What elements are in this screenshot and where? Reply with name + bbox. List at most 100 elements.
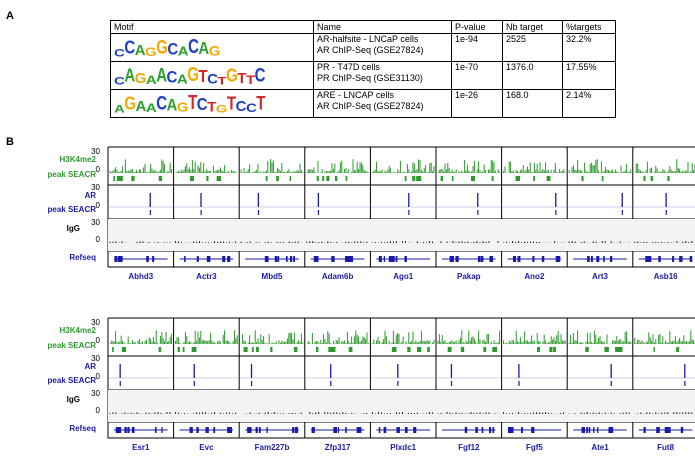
track-label-igg: IgG bbox=[67, 395, 80, 404]
gene-name: Esr1 bbox=[132, 443, 150, 452]
gene-name: Asb16 bbox=[654, 272, 679, 281]
h3k4me2-peak bbox=[243, 347, 248, 352]
gene-exon bbox=[378, 427, 381, 433]
y-tick-label: 30 bbox=[91, 354, 100, 363]
track-label-peak-seacr: peak SEACR bbox=[48, 341, 97, 350]
gene-exon bbox=[289, 256, 293, 262]
h3k4me2-peak bbox=[585, 347, 589, 352]
ar-peak bbox=[518, 381, 520, 386]
gene-exon bbox=[274, 256, 278, 262]
h3k4me2-peak bbox=[345, 176, 348, 181]
gene-exon bbox=[114, 256, 118, 262]
gene-exon bbox=[152, 256, 155, 262]
h3k4me2-peak bbox=[549, 347, 553, 352]
h3k4me2-peak bbox=[412, 176, 416, 181]
gene-exon bbox=[689, 256, 693, 262]
gene-exon bbox=[603, 256, 605, 262]
h3k4me2-peak bbox=[491, 176, 494, 181]
igg-track-bg bbox=[108, 390, 695, 422]
gene-exon bbox=[464, 427, 468, 433]
h3k4me2-peak bbox=[334, 176, 338, 181]
gene-name: Fam227b bbox=[255, 443, 290, 452]
ar-peak bbox=[408, 210, 410, 215]
h3k4me2-peak bbox=[650, 176, 653, 181]
gene-exon bbox=[480, 256, 484, 262]
gene-exon bbox=[293, 256, 295, 262]
h3k4me2-peak bbox=[417, 347, 422, 352]
gene-exon bbox=[517, 256, 521, 262]
ar-peak bbox=[193, 381, 195, 386]
h3k4me2-peak bbox=[653, 347, 655, 352]
h3k4me2-peak bbox=[348, 347, 353, 352]
h3k4me2-peak bbox=[667, 176, 670, 181]
gene-exon bbox=[475, 427, 478, 433]
gene-exon bbox=[590, 256, 593, 262]
gene-name: Mbd5 bbox=[262, 272, 283, 281]
h3k4me2-peak bbox=[322, 176, 325, 181]
gene-exon bbox=[124, 427, 127, 433]
gene-exon bbox=[117, 256, 122, 262]
igg-track-bg bbox=[108, 219, 695, 251]
gene-exon bbox=[356, 427, 360, 433]
h3k4me2-peak bbox=[216, 176, 222, 181]
h3k4me2-peak bbox=[427, 347, 430, 352]
gene-exon bbox=[672, 256, 675, 262]
h3k4me2-peak bbox=[391, 347, 397, 352]
y-tick-label: 30 bbox=[91, 147, 100, 156]
h3k4me2-peak bbox=[407, 347, 411, 352]
ar-peak bbox=[251, 381, 253, 386]
h3k4me2-peak bbox=[546, 176, 551, 181]
track-label-peak-seacr: peak SEACR bbox=[48, 376, 97, 385]
gene-exon bbox=[255, 427, 258, 433]
genome-browser-figure: H3K4me2 peak SEACR AR peak SEACR IgG Refseq 30… bbox=[48, 146, 695, 452]
y-tick-label: 30 bbox=[91, 389, 100, 398]
h3k4me2-peak bbox=[447, 347, 452, 352]
track-label-refseq: Refseq bbox=[69, 253, 96, 262]
gene-exon bbox=[646, 256, 650, 262]
ar-peak bbox=[555, 210, 557, 215]
track-label-peak-seacr: peak SEACR bbox=[48, 205, 97, 214]
ar-peak bbox=[330, 381, 332, 386]
h3k4me2-peak bbox=[533, 176, 535, 181]
h3k4me2-peak bbox=[293, 347, 298, 352]
h3k4me2-peak bbox=[553, 347, 555, 352]
h3k4me2-peak bbox=[418, 176, 422, 181]
h3k4me2-peak bbox=[177, 347, 180, 352]
gene-exon bbox=[489, 427, 492, 433]
gene-exon bbox=[294, 427, 299, 433]
gene-exon bbox=[258, 427, 261, 433]
gene-exon bbox=[264, 256, 267, 262]
gene-name: Zfp317 bbox=[325, 443, 351, 452]
gene-name: Plxdc1 bbox=[390, 443, 416, 452]
gene-name: Adam6b bbox=[322, 272, 354, 281]
h3k4me2-peak bbox=[289, 176, 292, 181]
y-tick-label: 0 bbox=[96, 406, 101, 415]
gene-exon bbox=[656, 427, 660, 433]
h3k4me2-peak bbox=[460, 347, 465, 352]
h3k4me2-peak bbox=[316, 347, 319, 352]
gene-exon bbox=[383, 256, 386, 262]
gene-exon bbox=[609, 256, 613, 262]
gene-exon bbox=[481, 427, 484, 433]
y-tick-label: 0 bbox=[96, 201, 101, 210]
gene-name: Fgf12 bbox=[458, 443, 480, 452]
gene-name: Fut8 bbox=[657, 443, 674, 452]
h3k4me2-peak bbox=[131, 176, 135, 181]
h3k4me2-peak bbox=[251, 347, 254, 352]
gene-exon bbox=[492, 427, 495, 433]
gene-exon bbox=[313, 256, 317, 262]
h3k4me2-peak bbox=[182, 347, 185, 352]
gene-exon bbox=[531, 427, 535, 433]
h3k4me2-peak bbox=[440, 176, 443, 181]
gene-exon bbox=[557, 256, 561, 262]
gene-exon bbox=[680, 427, 684, 433]
gene-exon bbox=[196, 256, 199, 262]
h3k4me2-peak bbox=[265, 176, 268, 181]
h3k4me2-peak bbox=[643, 176, 646, 181]
h3k4me2-peak bbox=[332, 347, 336, 352]
gene-name: Actr3 bbox=[196, 272, 217, 281]
gene-name: Abhd3 bbox=[128, 272, 153, 281]
h3k4me2-peak bbox=[581, 176, 584, 181]
gene-exon bbox=[597, 427, 599, 433]
gene-exon bbox=[643, 427, 646, 433]
